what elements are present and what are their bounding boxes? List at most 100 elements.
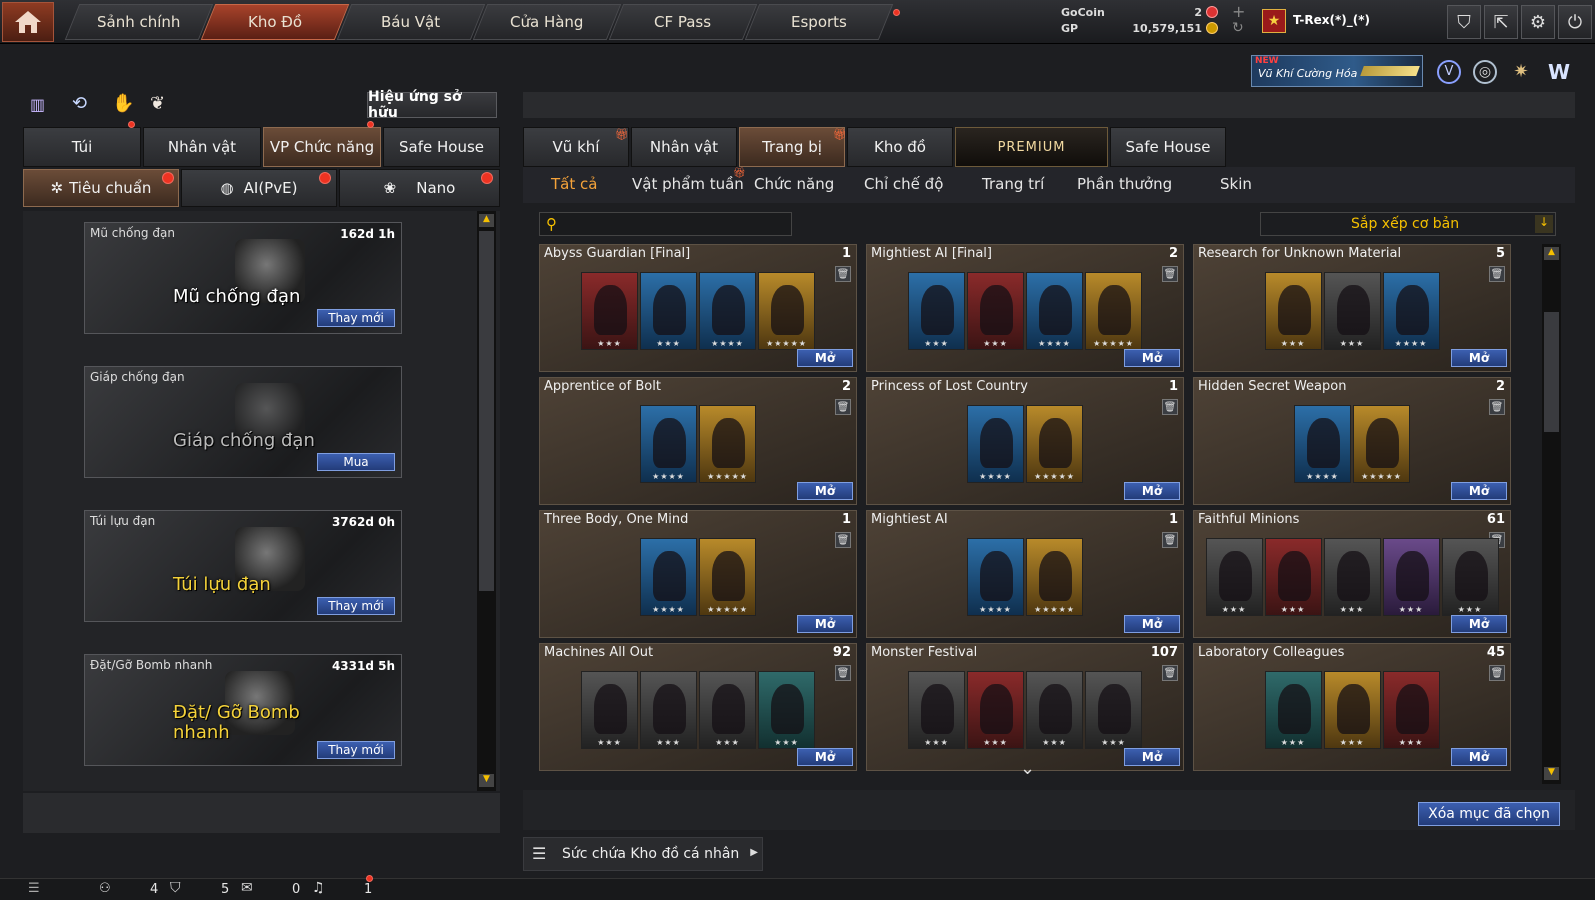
item-card[interactable]: Princess of Lost Country 1 🗑︎ ★★★★ ★★★★★ Mở <box>866 377 1184 505</box>
open-button[interactable]: Mở <box>1124 349 1180 367</box>
tab-characters[interactable]: Nhân vật <box>631 127 737 167</box>
tab-character[interactable]: Nhân vật <box>143 127 261 167</box>
scroll-up-icon[interactable]: ▲ <box>1544 247 1559 260</box>
vip-event-icon[interactable]: V <box>1437 60 1461 84</box>
tab-esports[interactable]: Esports <box>744 4 894 40</box>
tab-inventory[interactable]: Kho Đồ <box>200 4 350 40</box>
item-card[interactable]: Faithful Minions61🗑︎★★★★★★★★★★★★★★★Mở <box>1193 510 1511 638</box>
open-button[interactable]: Mở <box>797 748 853 766</box>
mode-standard[interactable]: ✲ Tiêu chuẩn <box>23 169 179 207</box>
storage-capacity-bar[interactable]: ☰ Sức chứa Kho đồ cá nhân ▶ <box>523 837 763 871</box>
ranking-icon[interactable]: ▥ <box>30 95 50 115</box>
replace-button[interactable]: Thay mới <box>317 741 395 759</box>
gift-hand-icon[interactable]: ✋ <box>112 93 136 117</box>
item-card[interactable]: Research for Unknown Material 5 🗑︎ ★★★ ★★★ ★★… <box>1193 244 1511 372</box>
tab-shop[interactable]: Cửa Hàng <box>472 4 622 40</box>
globe-event-icon[interactable]: ◎ <box>1473 60 1497 84</box>
scroll-more-chevron-icon[interactable]: ⌄ <box>1020 758 1035 779</box>
card-title: Apprentice of Bolt <box>544 379 661 394</box>
left-scrollbar[interactable]: ▲ ▼ <box>477 211 496 791</box>
open-button[interactable]: Mở <box>1124 482 1180 500</box>
open-button[interactable]: Mở <box>1451 482 1507 500</box>
item-card[interactable]: Three Body, One Mind 1 🗑︎ ★★★★ ★★★★★ Mở <box>539 510 857 638</box>
slot-armor[interactable]: Giáp chống đạn Giáp chống đạn Mua <box>84 366 402 478</box>
slot-helmet[interactable]: Mũ chống đạn 162d 1h Mũ chống đạn Thay m… <box>84 222 402 334</box>
weapon-upgrade-banner[interactable]: NEW Vũ Khí Cường Hóa <box>1251 55 1423 87</box>
tab-cf-pass[interactable]: CF Pass <box>608 4 758 40</box>
item-card[interactable]: Laboratory Colleagues 45 🗑︎ ★★★ ★★★ ★★★ Mở <box>1193 643 1511 771</box>
scroll-up-icon[interactable]: ▲ <box>479 214 494 227</box>
tab-storage[interactable]: Kho đồ <box>847 127 953 167</box>
subtab-all[interactable]: Tất cả <box>551 175 597 193</box>
tab-safe-house-right[interactable]: Safe House <box>1110 127 1226 167</box>
character-figure <box>1277 285 1311 335</box>
item-card[interactable]: Abyss Guardian [Final] 1 🗑︎ ★★★ ★★★ ★★★★ ★★★★★… <box>539 244 857 372</box>
open-button[interactable]: Mở <box>797 349 853 367</box>
tab-functional-items[interactable]: VP Chức năng <box>263 127 381 167</box>
scroll-thumb[interactable] <box>1544 312 1559 432</box>
open-button[interactable]: Mở <box>1124 615 1180 633</box>
open-button[interactable]: Mở <box>1451 748 1507 766</box>
tab-treasure[interactable]: Báu Vật <box>336 4 486 40</box>
subtab-rewards[interactable]: Phần thưởng <box>1077 175 1172 193</box>
subtab-decoration[interactable]: Trang trí <box>982 175 1044 193</box>
tab-main-lobby[interactable]: Sảnh chính <box>64 4 214 40</box>
clan-shield-button[interactable]: ⛉ <box>1447 5 1481 39</box>
tab-equipment[interactable]: Trang bị <box>739 127 845 167</box>
replace-button[interactable]: Thay mới <box>317 309 395 327</box>
star-rating: ★★★★★ <box>766 339 807 348</box>
clan-shield-icon[interactable]: ⛉ <box>170 880 181 896</box>
speaker-icon[interactable]: ♫ <box>312 880 325 896</box>
subtab-mode-only[interactable]: Chỉ chế độ <box>864 175 943 193</box>
settings-button[interactable]: ⚙ <box>1521 5 1555 39</box>
open-button[interactable]: Mở <box>797 482 853 500</box>
tab-bag[interactable]: Túi <box>23 127 141 167</box>
add-currency-icon[interactable]: + <box>1232 2 1245 21</box>
mode-nano[interactable]: ❀ Nano <box>339 169 500 207</box>
power-button[interactable]: ⏻ <box>1558 5 1592 39</box>
subtab-skin[interactable]: Skin <box>1220 175 1252 193</box>
replace-button[interactable]: Thay mới <box>317 597 395 615</box>
item-card[interactable]: Mightiest AI 1 🗑︎ ★★★★ ★★★★★ Mở <box>866 510 1184 638</box>
search-field[interactable] <box>568 215 786 233</box>
character-thumbnail: ★★★★★ <box>699 405 756 483</box>
buy-button[interactable]: Mua <box>317 453 395 471</box>
tab-weapons[interactable]: Vũ khí <box>523 127 629 167</box>
open-button[interactable]: Mở <box>1451 615 1507 633</box>
refresh-icon[interactable]: ↻ <box>1232 20 1244 36</box>
open-button[interactable]: Mở <box>1451 349 1507 367</box>
character-thumbnail: ★★★★★ <box>758 272 815 350</box>
scroll-down-icon[interactable]: ▼ <box>479 774 494 787</box>
crate-event-icon[interactable]: ✷ <box>1509 60 1533 84</box>
open-button[interactable]: Mở <box>797 615 853 633</box>
home-button[interactable] <box>2 2 54 42</box>
friends-icon[interactable]: ⚇ <box>99 881 111 896</box>
slot-defuse-kit[interactable]: Đặt/Gỡ Bomb nhanh 4331d 5h Đặt/ Gỡ Bomb … <box>84 654 402 766</box>
sort-dropdown[interactable]: Sắp xếp cơ bản ↓ <box>1260 212 1556 236</box>
tab-safe-house[interactable]: Safe House <box>383 127 500 167</box>
item-card[interactable]: Mightiest AI [Final] 2 🗑︎ ★★★ ★★★ ★★★★ ★★★★★ Mở <box>866 244 1184 372</box>
slot-grenade-pouch[interactable]: Túi lựu đạn 3762d 0h Túi lựu đạn Thay mớ… <box>84 510 402 622</box>
open-button[interactable]: Mở <box>1124 748 1180 766</box>
delete-selected-button[interactable]: Xóa mục đã chọn <box>1418 802 1560 826</box>
item-card[interactable]: Hidden Secret Weapon 2 🗑︎ ★★★★ ★★★★★ Mở <box>1193 377 1511 505</box>
right-scrollbar[interactable]: ▲ ▼ <box>1542 244 1561 784</box>
scroll-thumb[interactable] <box>479 231 494 591</box>
w-event-icon[interactable]: W <box>1545 60 1573 84</box>
tab-premium[interactable]: PREMIUM <box>955 127 1108 167</box>
exit-room-button[interactable]: ⇱ <box>1484 5 1518 39</box>
character-figure <box>771 684 804 734</box>
history-icon[interactable]: ⟲ <box>72 93 96 117</box>
subtab-weekly-items[interactable]: Vật phẩm tuần <box>632 175 744 193</box>
scroll-down-icon[interactable]: ▼ <box>1544 767 1559 780</box>
owned-effects-button[interactable]: Hiệu ứng sở hữu <box>367 89 497 121</box>
pet-icon[interactable]: ❦ <box>150 93 174 117</box>
search-input[interactable]: ⚲ <box>539 212 792 236</box>
item-card[interactable]: Monster Festival 107 🗑︎ ★★★ ★★★ ★★★ ★★★ Mở <box>866 643 1184 771</box>
item-card[interactable]: Apprentice of Bolt 2 🗑︎ ★★★★ ★★★★★ Mở <box>539 377 857 505</box>
subtab-functional[interactable]: Chức năng <box>754 175 834 193</box>
menu-list-icon[interactable]: ☰ <box>28 881 40 896</box>
chat-icon[interactable]: ✉ <box>241 880 253 896</box>
mode-ai-pve[interactable]: ◍ AI(PvE) <box>181 169 337 207</box>
item-card[interactable]: Machines All Out 92 🗑︎ ★★★ ★★★ ★★★ ★★★ Mở <box>539 643 857 771</box>
